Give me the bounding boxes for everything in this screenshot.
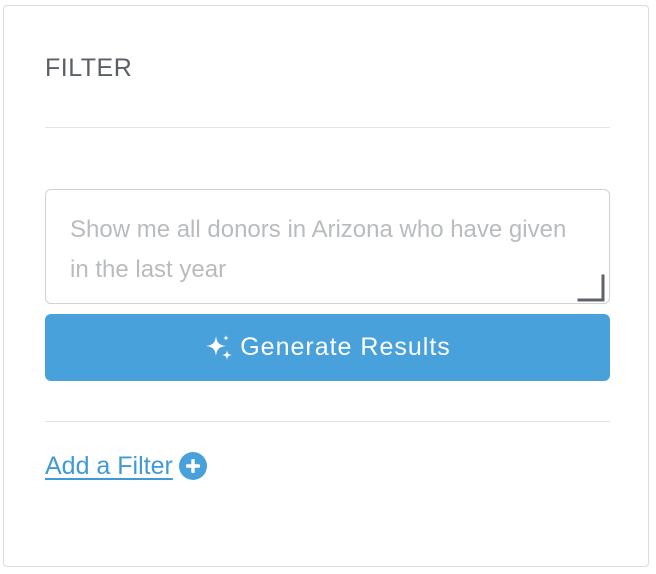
plus-circle-icon[interactable] xyxy=(178,451,208,481)
panel-title: FILTER xyxy=(45,54,133,82)
bottom-divider xyxy=(45,421,610,422)
generate-results-button[interactable]: Generate Results xyxy=(45,314,610,381)
resize-handle-icon[interactable] xyxy=(577,272,607,302)
add-filter-link[interactable]: Add a Filter xyxy=(45,449,208,483)
add-filter-label: Add a Filter xyxy=(45,452,173,480)
filter-panel: FILTER Generate Results Add a Filter xyxy=(3,5,649,567)
sparkle-icon xyxy=(206,334,233,360)
query-input[interactable] xyxy=(45,189,610,304)
top-divider xyxy=(45,127,610,128)
generate-results-label: Generate Results xyxy=(240,333,451,361)
